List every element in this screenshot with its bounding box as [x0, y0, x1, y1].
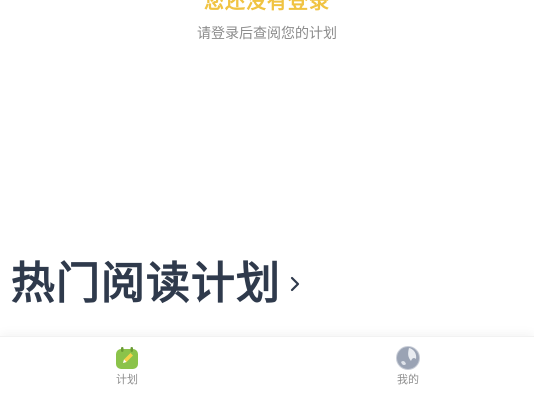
popular-plans-title: 热门阅读计划: [11, 258, 281, 309]
bottom-tab-bar: 计划 我的: [0, 336, 534, 395]
tab-plan-label: 计划: [116, 373, 138, 386]
popular-plans-header[interactable]: 热门阅读计划: [11, 254, 305, 314]
tab-plan[interactable]: 计划: [57, 337, 197, 395]
chevron-right-icon: [289, 273, 305, 295]
tab-mine[interactable]: 我的: [338, 337, 478, 395]
calendar-pencil-icon: [115, 346, 139, 370]
avatar-icon: [396, 346, 420, 370]
login-required-subtitle: 请登录后查阅您的计划: [197, 26, 337, 42]
tab-mine-label: 我的: [397, 373, 419, 386]
login-required-title: 您还没有登录: [204, 0, 330, 13]
